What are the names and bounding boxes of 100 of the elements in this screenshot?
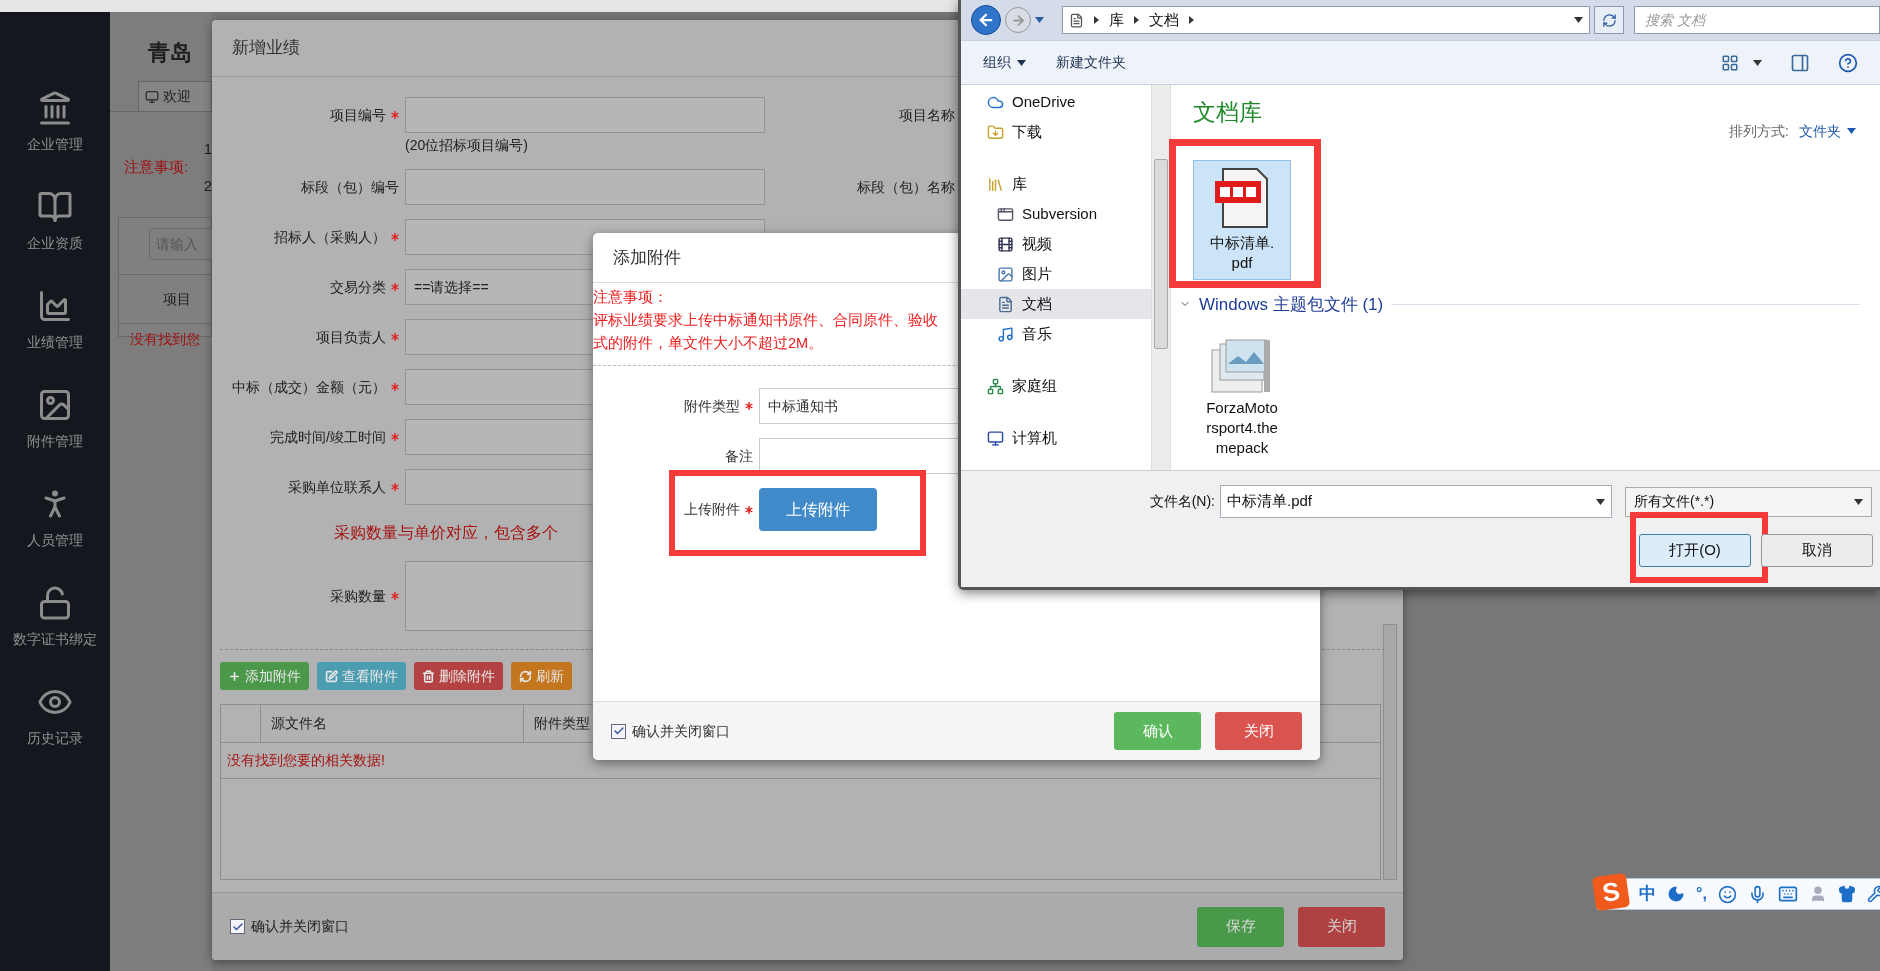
nav-item[interactable]: OneDrive	[961, 87, 1151, 117]
preview-pane-icon[interactable]	[1790, 52, 1810, 73]
notice-line: 1	[203, 139, 212, 159]
view-dropdown-icon[interactable]	[1753, 59, 1762, 66]
monitor-icon	[145, 89, 159, 104]
sidebar-item[interactable]: 附件管理	[27, 431, 83, 452]
field-label: 中标（成交）金额（元）	[232, 377, 386, 397]
input-field[interactable]	[405, 169, 765, 205]
refresh-button[interactable]	[1594, 6, 1624, 34]
nav-item[interactable]: 文档	[961, 289, 1151, 319]
nav-item[interactable]: Subversion	[961, 199, 1151, 229]
field-label: 标段（包）名称	[857, 177, 955, 197]
field-label: 采购单位联系人	[288, 477, 386, 497]
toolbar-button[interactable]: 组织	[983, 52, 1026, 73]
checkbox-label: 确认并关闭窗口	[632, 721, 730, 741]
field-label: 招标人（采购人）	[274, 227, 386, 247]
field-label: 项目负责人	[316, 327, 386, 347]
field-label: 交易分类	[330, 277, 386, 297]
scrollbar[interactable]	[1383, 624, 1397, 880]
view-icon	[325, 669, 338, 683]
notice-text: 评标业绩要求上传中标通知书原件、合同原件、验收	[593, 311, 938, 330]
sidebar-item[interactable]: 人员管理	[27, 530, 83, 551]
dialog-title: 新增业绩	[232, 37, 300, 60]
address-dropdown-icon[interactable]	[1574, 17, 1583, 23]
field-label: 上传附件	[684, 500, 740, 519]
picture-icon	[997, 265, 1014, 283]
close-button[interactable]: 关闭	[1215, 712, 1302, 750]
checkbox[interactable]	[611, 723, 626, 739]
open-button[interactable]: 打开(O)	[1639, 534, 1751, 567]
sidebar-item[interactable]: 企业管理	[27, 134, 83, 155]
nav-item[interactable]: 视频	[961, 229, 1151, 259]
document-icon	[1069, 12, 1084, 28]
help-icon[interactable]	[1838, 52, 1858, 73]
nav-item[interactable]: 下载	[961, 117, 1151, 147]
sidebar-item[interactable]: 业绩管理	[27, 332, 83, 353]
caret-icon	[1847, 128, 1856, 134]
triangle-icon	[1094, 16, 1099, 24]
field-label: 备注	[725, 446, 753, 466]
file-item[interactable]: ForzaMotorsport4.themepack	[1193, 331, 1291, 465]
sort-dropdown[interactable]: 文件夹	[1799, 120, 1856, 142]
input-field[interactable]	[405, 97, 765, 133]
upload-button[interactable]: 上传附件	[759, 488, 877, 531]
library-icon	[987, 175, 1004, 193]
breadcrumb-item[interactable]: 库	[1109, 8, 1124, 32]
film-icon	[997, 235, 1014, 253]
table-header-cell-text: 项目	[163, 289, 191, 309]
sidebar-icon[interactable]	[37, 387, 73, 423]
close-button[interactable]: 关闭	[1298, 906, 1385, 947]
sidebar-item[interactable]: 数字证书绑定	[13, 629, 97, 650]
sidebar-item[interactable]: 历史记录	[27, 728, 83, 749]
triangle-icon	[1189, 16, 1194, 24]
nav-item[interactable]: 库	[961, 169, 1151, 199]
folder-icon	[987, 123, 1004, 141]
nav-item[interactable]: 家庭组	[961, 371, 1151, 401]
file-item[interactable]: 中标清单.pdf	[1193, 159, 1291, 280]
triangle-icon	[1134, 16, 1139, 24]
ime-mode[interactable]: 中	[1639, 881, 1656, 907]
moon-icon[interactable]	[1667, 885, 1685, 903]
back-button[interactable]	[971, 5, 1001, 35]
file-type-dropdown[interactable]: 所有文件(*.*)	[1625, 486, 1872, 517]
delete-icon	[422, 669, 435, 683]
sidebar-icon[interactable]	[37, 189, 73, 225]
music-note-icon	[997, 325, 1014, 343]
shirt-icon[interactable]	[1837, 885, 1856, 903]
sidebar-item[interactable]: 企业资质	[27, 233, 83, 254]
group-header[interactable]: Windows 主题包文件 (1)	[1199, 291, 1384, 317]
column-header: 源文件名	[271, 714, 327, 733]
page-title: 青岛	[148, 39, 193, 67]
nav-item[interactable]: 图片	[961, 259, 1151, 289]
caret-icon	[1017, 59, 1026, 66]
history-dropdown-icon[interactable]	[1035, 17, 1044, 23]
notice-text: 注意事项：	[593, 288, 668, 307]
notice-line: 2	[203, 175, 212, 196]
punctuation-mode[interactable]: °,	[1696, 882, 1707, 906]
checkbox[interactable]	[230, 919, 245, 934]
field-label: 附件类型	[684, 396, 740, 416]
nav-item[interactable]: 计算机	[961, 423, 1151, 453]
field-label: 完成时间/竣工时间	[270, 427, 386, 447]
empty-message: 没有找到您要的相关数据!	[227, 751, 385, 770]
wrench-icon[interactable]	[1866, 885, 1880, 903]
welcome-tab[interactable]: 欢迎	[138, 81, 212, 111]
keyboard-icon[interactable]	[1777, 884, 1798, 904]
filename-field[interactable]: 中标清单.pdf	[1220, 485, 1612, 518]
address-bar[interactable]: 库 文档	[1062, 6, 1590, 34]
document-icon	[997, 295, 1014, 313]
sort-label: 排列方式:	[1729, 121, 1789, 141]
toolbar-button[interactable]: 新建文件夹	[1056, 52, 1126, 73]
delete-attachment-button[interactable]: 删除附件	[414, 662, 503, 690]
field-label: 文件名(N):	[1148, 492, 1216, 511]
smiley-icon[interactable]	[1717, 884, 1737, 904]
search-field[interactable]: 搜索 文档	[1634, 6, 1880, 34]
view-icon[interactable]	[1721, 53, 1739, 72]
file-name: ForzaMotorsport4.themepack	[1206, 398, 1278, 458]
sidebar-icon[interactable]	[37, 90, 73, 126]
sidebar-icon[interactable]	[37, 585, 73, 621]
dropdown-caret-icon	[1596, 498, 1605, 505]
breadcrumb-item[interactable]: 文档	[1149, 8, 1179, 32]
cancel-button[interactable]: 取消	[1761, 534, 1873, 567]
sidebar-icon[interactable]	[37, 288, 73, 324]
nav-item[interactable]: 音乐	[961, 319, 1151, 349]
